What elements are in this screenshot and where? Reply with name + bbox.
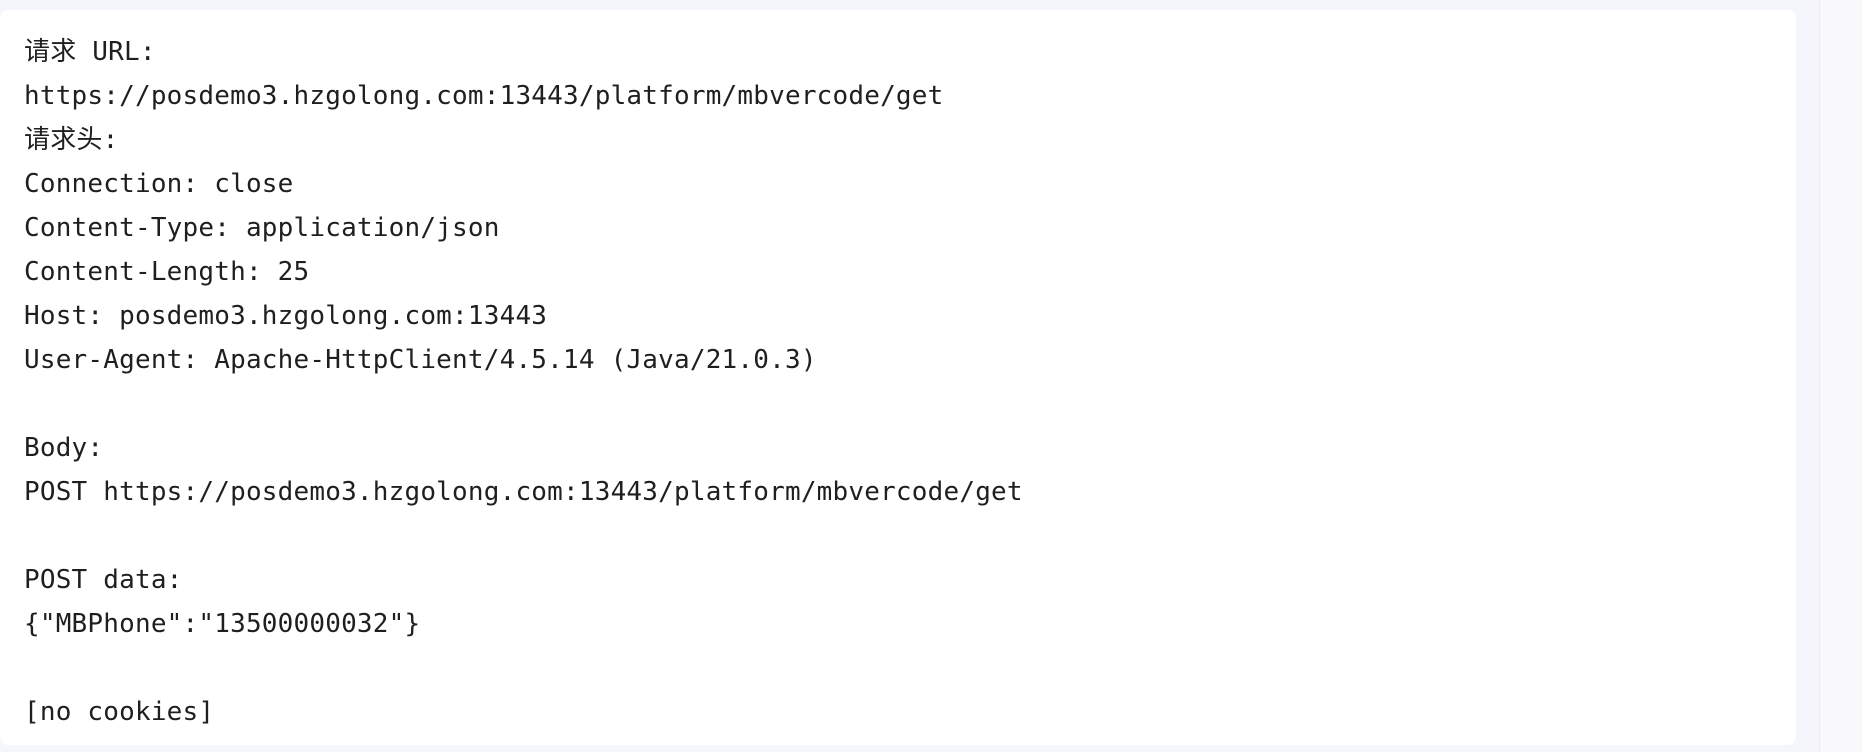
header-line: Host: posdemo3.hzgolong.com:13443 xyxy=(24,301,548,331)
request-url-label: 请求 URL: xyxy=(24,37,156,67)
body-label: Body: xyxy=(24,433,104,463)
post-data-label: POST data: xyxy=(24,565,183,595)
scrollbar-track[interactable] xyxy=(1819,0,1862,752)
body-request-line: POST https://posdemo3.hzgolong.com:13443… xyxy=(24,477,1023,507)
page: 请求 URL: https://posdemo3.hzgolong.com:13… xyxy=(0,0,1862,752)
header-line: Content-Type: application/json xyxy=(24,213,500,243)
header-line: User-Agent: Apache-HttpClient/4.5.14 (Ja… xyxy=(24,345,817,375)
post-data-value: {"MBPhone":"13500000032"} xyxy=(24,609,421,639)
request-headers-label: 请求头: xyxy=(24,125,119,155)
request-details-panel: 请求 URL: https://posdemo3.hzgolong.com:13… xyxy=(0,10,1796,745)
header-line: Content-Length: 25 xyxy=(24,257,310,287)
request-url: https://posdemo3.hzgolong.com:13443/plat… xyxy=(24,81,944,111)
cookies-line: [no cookies] xyxy=(24,697,215,727)
header-line: Connection: close xyxy=(24,169,294,199)
